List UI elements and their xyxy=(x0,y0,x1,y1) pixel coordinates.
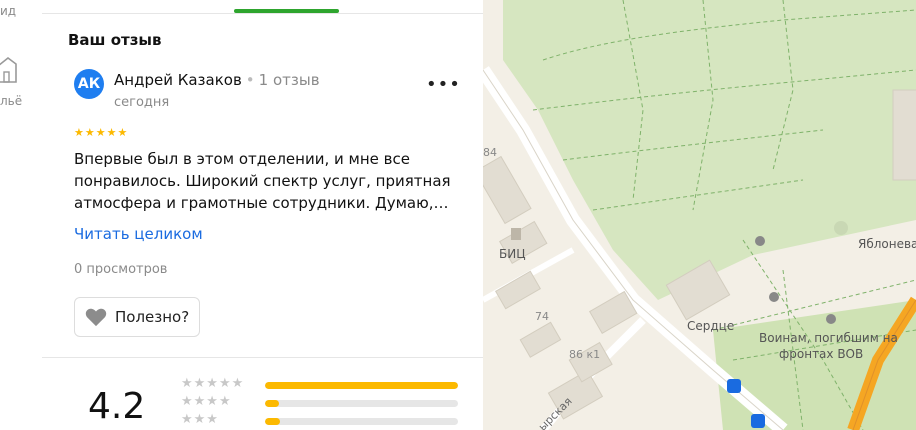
author-name[interactable]: Андрей Казаков xyxy=(114,71,242,89)
separator-dot: • xyxy=(245,71,255,89)
more-options-icon[interactable]: ••• xyxy=(426,74,461,95)
heart-icon xyxy=(85,308,107,327)
bus-stop-icon-2[interactable] xyxy=(751,414,765,428)
building-icon[interactable] xyxy=(0,54,18,88)
avatar[interactable]: АК xyxy=(74,69,104,99)
read-more-link[interactable]: Читать целиком xyxy=(74,225,203,243)
map-view[interactable]: Яблоневая роща Сердце БИЦ 84 74 86 к1 ыр… xyxy=(483,0,916,430)
memorial-line-1: Воинам, погибшим на xyxy=(759,331,898,345)
section-divider xyxy=(42,357,483,358)
map-label-house-84: 84 xyxy=(483,146,497,159)
rating-bar xyxy=(265,382,458,389)
bus-stop-icon[interactable] xyxy=(727,379,741,393)
nav-label-2[interactable]: льё xyxy=(0,94,22,108)
star-icons: ★★★★ xyxy=(181,394,232,409)
rating-bar xyxy=(265,418,458,425)
review-text: Впервые был в этом отделении, и мне все … xyxy=(74,150,451,212)
views-count: 0 просмотров xyxy=(74,262,168,277)
star-icons: ★★★★★ xyxy=(181,376,245,391)
map-label-apple-grove[interactable]: Яблоневая роща xyxy=(858,237,916,251)
review-date: сегодня xyxy=(114,95,170,110)
review-stars: ★★★★★ xyxy=(74,126,129,139)
rating-bar-fill xyxy=(265,400,279,407)
star-icons: ★★★ xyxy=(181,412,219,427)
rating-bar xyxy=(265,400,458,407)
library-icon[interactable] xyxy=(511,228,521,240)
map-canvas[interactable]: Яблоневая роща Сердце БИЦ 84 74 86 к1 ыр… xyxy=(483,0,916,430)
rating-bar-fill xyxy=(265,382,458,389)
rating-bar-fill xyxy=(265,418,281,425)
monument-icon-3[interactable] xyxy=(826,314,836,324)
map-label-bic[interactable]: БИЦ xyxy=(499,247,526,261)
monument-icon[interactable] xyxy=(755,236,765,246)
section-title: Ваш отзыв xyxy=(68,31,162,49)
useful-label: Полезно? xyxy=(115,308,190,326)
left-nav-strip: ид льё xyxy=(0,0,43,430)
tree-icon[interactable] xyxy=(834,221,848,235)
map-label-house-86k1: 86 к1 xyxy=(569,348,600,361)
map-label-house-74: 74 xyxy=(535,310,549,323)
nav-label-1[interactable]: ид xyxy=(0,4,16,18)
monument-icon-2[interactable] xyxy=(769,292,779,302)
author-review-count: 1 отзыв xyxy=(258,71,320,89)
memorial-line-2: фронтах ВОВ xyxy=(779,347,863,361)
map-label-heart[interactable]: Сердце xyxy=(687,319,734,333)
tab-divider xyxy=(42,13,483,14)
useful-button[interactable]: Полезно? xyxy=(74,297,201,337)
rating-value: 4.2 xyxy=(88,386,146,427)
author-line: Андрей Казаков • 1 отзыв xyxy=(114,71,320,89)
review-panel: Ваш отзыв АК Андрей Казаков • 1 отзыв сего… xyxy=(42,0,483,430)
